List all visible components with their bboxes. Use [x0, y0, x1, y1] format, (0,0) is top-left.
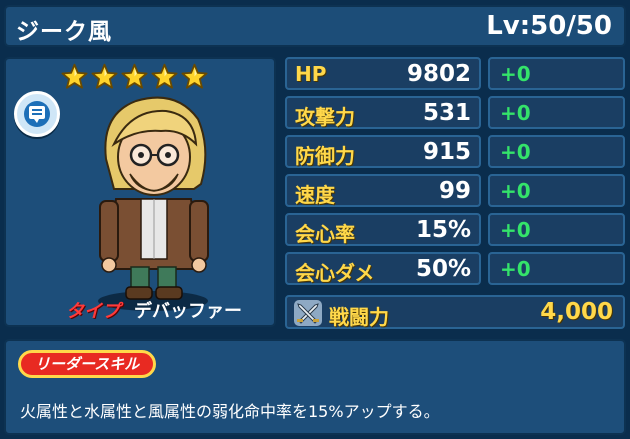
- crossed-swords-icon: [294, 300, 322, 326]
- stat-bonus: +0: [488, 96, 625, 129]
- rarity-stars: [61, 63, 208, 90]
- stat-label: 会心ダメ: [295, 261, 375, 285]
- stat-bonus-value: +0: [500, 179, 531, 203]
- stat-bonus-value: +0: [500, 62, 531, 86]
- stat-row: 会心率 15% +0: [285, 213, 625, 246]
- stat-row: HP 9802 +0: [285, 57, 625, 90]
- type-value: デバッファー: [134, 301, 242, 322]
- character-portrait: [98, 96, 209, 311]
- character-panel: タイプ デバッファー: [4, 57, 276, 327]
- battle-power-row: 戦闘力 4,000: [285, 295, 625, 329]
- star-icon: [181, 63, 208, 90]
- stat-label: HP: [295, 62, 327, 86]
- stat-row: 防御力 915 +0: [285, 135, 625, 168]
- leader-skill-panel: リーダースキル 火属性と水属性と風属性の弱化命中率を15%アップする。: [4, 339, 626, 435]
- stat-bonus: +0: [488, 174, 625, 207]
- stat-main: HP 9802: [285, 57, 481, 90]
- battle-power-value: 4,000: [540, 299, 613, 325]
- star-icon: [91, 63, 118, 90]
- speech-bubble-icon: [29, 106, 45, 123]
- stat-value: 99: [438, 178, 471, 204]
- stat-main: 防御力 915: [285, 135, 481, 168]
- stat-value: 9802: [406, 61, 471, 87]
- character-level: Lv:50/50: [486, 11, 612, 41]
- stat-value: 50%: [415, 256, 471, 282]
- stat-bonus-value: +0: [500, 140, 531, 164]
- stat-row: 速度 99 +0: [285, 174, 625, 207]
- stat-bonus-value: +0: [500, 101, 531, 125]
- stat-row: 攻撃力 531 +0: [285, 96, 625, 129]
- leader-skill-text: 火属性と水属性と風属性の弱化命中率を15%アップする。: [20, 402, 440, 421]
- stat-label: 速度: [295, 183, 335, 207]
- star-icon: [151, 63, 178, 90]
- star-icon: [61, 63, 88, 90]
- stat-bonus: +0: [488, 57, 625, 90]
- stat-main: 会心ダメ 50%: [285, 252, 481, 285]
- stat-bonus-value: +0: [500, 257, 531, 281]
- stat-bonus: +0: [488, 252, 625, 285]
- stat-value: 15%: [415, 217, 471, 243]
- character-header: ジーク風 Lv:50/50: [4, 5, 626, 47]
- stat-label: 攻撃力: [295, 105, 355, 129]
- stat-value: 915: [422, 139, 471, 165]
- stat-label: 会心率: [295, 222, 355, 246]
- stat-main: 攻撃力 531: [285, 96, 481, 129]
- stat-bonus-value: +0: [500, 218, 531, 242]
- character-name: ジーク風: [16, 19, 112, 45]
- stat-label: 防御力: [295, 144, 355, 168]
- star-icon: [121, 63, 148, 90]
- stat-row: 会心ダメ 50% +0: [285, 252, 625, 285]
- stat-bonus: +0: [488, 213, 625, 246]
- character-type: タイプ デバッファー: [66, 297, 242, 323]
- stat-bonus: +0: [488, 135, 625, 168]
- stat-main: 会心率 15%: [285, 213, 481, 246]
- battle-power-label: 戦闘力: [329, 305, 389, 329]
- type-label: タイプ: [66, 301, 120, 322]
- stat-main: 速度 99: [285, 174, 481, 207]
- leader-skill-badge: リーダースキル: [18, 350, 157, 378]
- stat-value: 531: [422, 100, 471, 126]
- speech-button[interactable]: [14, 91, 60, 137]
